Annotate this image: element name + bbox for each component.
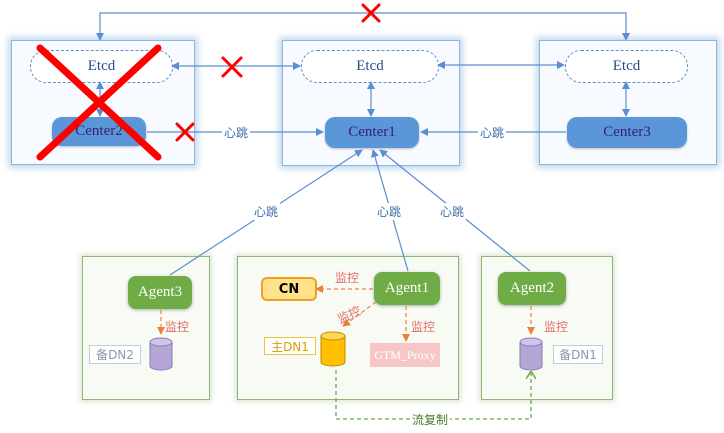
heartbeat-a2-label: 心跳 xyxy=(438,203,467,220)
monitor-sdn1-label: 监控 xyxy=(544,320,569,334)
monitor-gtm-label: 监控 xyxy=(411,320,436,334)
monitor-cn-label: 监控 xyxy=(335,271,360,285)
heartbeat-a3-label: 心跳 xyxy=(252,203,281,220)
database-cylinder-icon xyxy=(519,337,543,371)
fail-cross-icon xyxy=(221,56,243,78)
heartbeat-c2-label: 心跳 xyxy=(222,124,251,141)
heartbeat-a1-label: 心跳 xyxy=(375,203,404,220)
connections-layer xyxy=(36,3,630,420)
heartbeat-c3-label: 心跳 xyxy=(478,124,507,141)
replication-label: 流复制 xyxy=(410,411,451,428)
etcd-top-link xyxy=(96,12,630,41)
database-cylinder-icon xyxy=(149,337,173,371)
fail-cross-icon xyxy=(36,44,162,161)
database-cylinder-icon xyxy=(320,331,346,367)
monitor-dn2-label: 监控 xyxy=(165,320,190,334)
